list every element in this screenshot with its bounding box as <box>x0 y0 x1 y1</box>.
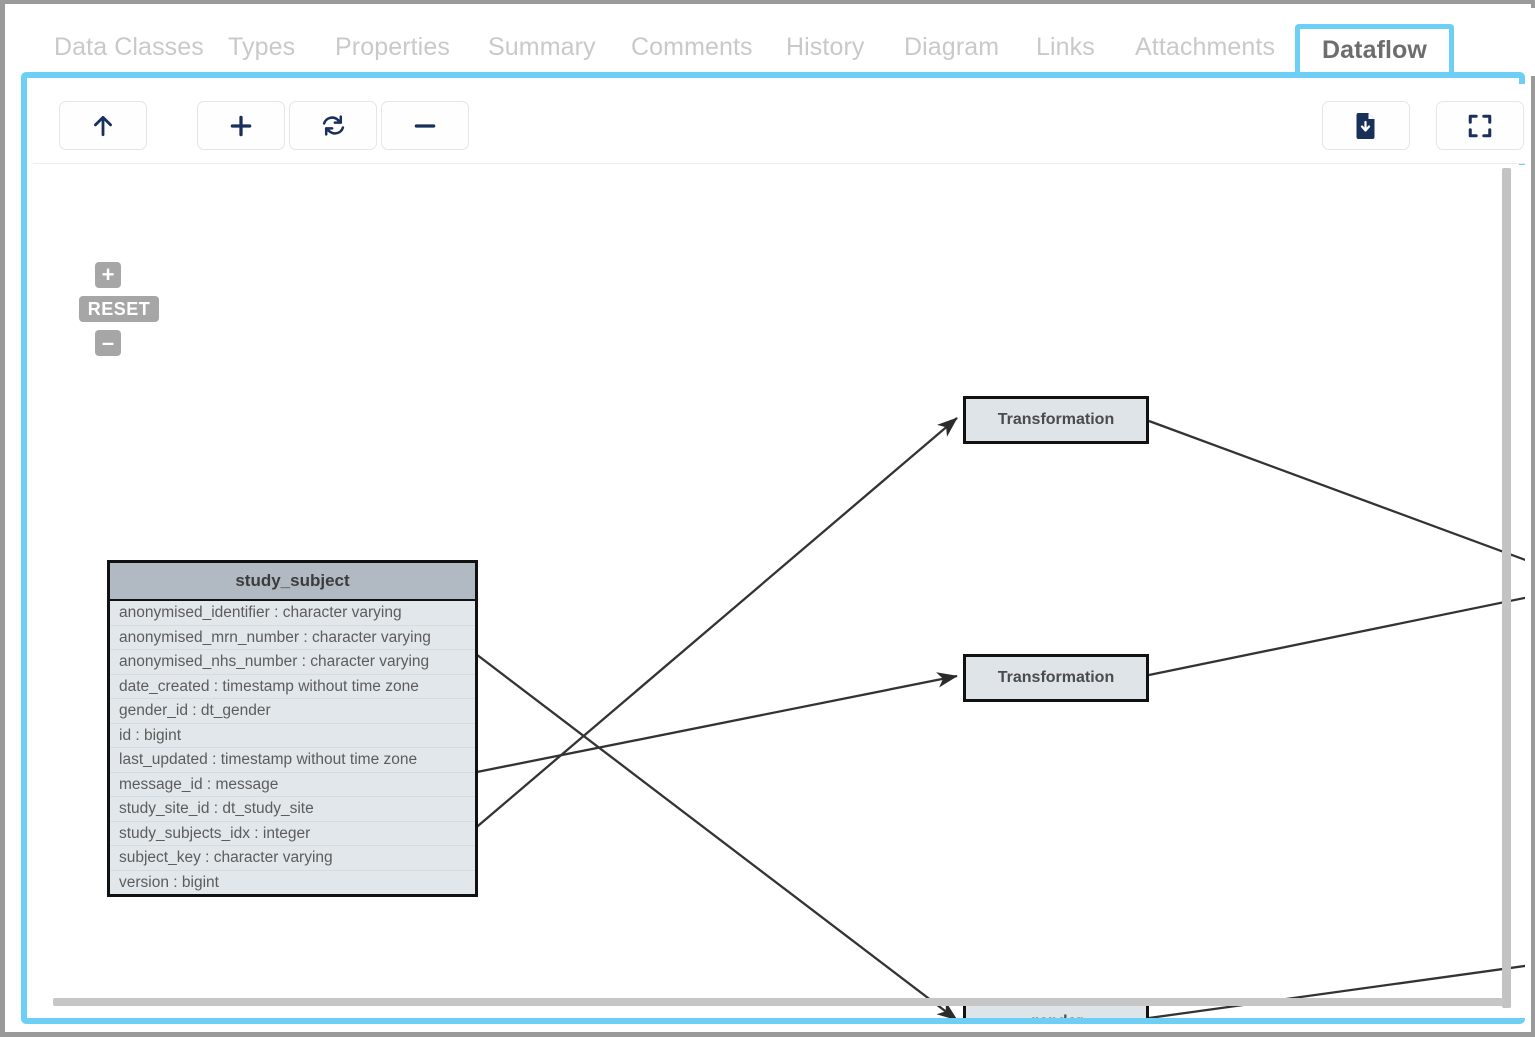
export-file-button[interactable] <box>1322 101 1410 150</box>
table-field-row: id : bigint <box>110 724 475 748</box>
dataflow-toolbar <box>33 84 1525 170</box>
dataflow-edge <box>471 417 958 832</box>
tab-dataflow[interactable]: Dataflow <box>1295 24 1454 76</box>
remove-button[interactable] <box>381 101 469 150</box>
tab-bar: Data Classes Types Properties Summary Commen… <box>10 8 1535 76</box>
table-node-title: study_subject <box>110 563 475 601</box>
tab-properties[interactable]: Properties <box>335 22 450 74</box>
fullscreen-icon <box>1467 113 1493 139</box>
table-field-row: version : bigint <box>119 873 219 891</box>
tab-history[interactable]: History <box>786 22 864 74</box>
transformation-node-2[interactable]: Transformation <box>963 654 1149 702</box>
zoom-controls: + RESET – <box>79 262 169 356</box>
dataflow-edge <box>1148 419 1525 562</box>
tab-links[interactable]: Links <box>1036 22 1095 74</box>
tab-diagram[interactable]: Diagram <box>904 22 999 74</box>
table-field-row: study_subjects_idx : integer <box>110 822 475 846</box>
upload-button[interactable] <box>59 101 147 150</box>
refresh-button[interactable] <box>289 101 377 150</box>
table-field-row: gender_id : dt_gender <box>110 699 475 724</box>
table-field-row: anonymised_identifier : character varyin… <box>110 601 475 626</box>
zoom-reset-button[interactable]: RESET <box>79 296 159 322</box>
minus-icon <box>412 113 438 139</box>
dataflow-edge <box>471 650 958 1018</box>
tab-comments[interactable]: Comments <box>631 22 753 74</box>
zoom-out-button[interactable]: – <box>95 330 121 356</box>
dataflow-edge <box>1148 596 1525 677</box>
tab-data-classes[interactable]: Data Classes <box>54 22 204 74</box>
horizontal-scrollbar[interactable] <box>53 998 1503 1006</box>
dataflow-edge <box>1148 964 1525 1018</box>
transformation-node-1[interactable]: Transformation <box>963 396 1149 444</box>
refresh-icon <box>321 113 346 138</box>
table-field-row: last_updated : timestamp without time zo… <box>110 748 475 773</box>
table-field-row: anonymised_mrn_number : character varyin… <box>110 626 475 650</box>
dataflow-canvas[interactable]: + RESET – study_subject anonymised_ident… <box>33 165 1525 1018</box>
table-field-row: subject_key : character varying <box>110 846 475 871</box>
table-field-row: date_created : timestamp without time zo… <box>110 675 475 699</box>
plus-icon <box>228 113 254 139</box>
zoom-in-button[interactable]: + <box>95 262 121 288</box>
table-field-row: study_site_id : dt_study_site <box>110 797 475 822</box>
table-field-row: anonymised_nhs_number : character varyin… <box>110 650 475 675</box>
tab-types[interactable]: Types <box>228 22 295 74</box>
add-button[interactable] <box>197 101 285 150</box>
table-field-row: message_id : message <box>110 773 475 797</box>
application-window: Data Classes Types Properties Summary Commen… <box>0 0 1535 1037</box>
table-node-fields: anonymised_identifier : character varyin… <box>110 601 475 894</box>
fullscreen-button[interactable] <box>1436 101 1524 150</box>
study-subject-table-node[interactable]: study_subject anonymised_identifier : ch… <box>107 560 478 897</box>
dataflow-panel: + RESET – study_subject anonymised_ident… <box>21 72 1525 1024</box>
arrow-up-icon <box>90 113 116 139</box>
file-download-icon <box>1354 112 1379 139</box>
vertical-scrollbar[interactable] <box>1502 168 1511 1008</box>
dataflow-edge <box>471 672 958 775</box>
tab-summary[interactable]: Summary <box>488 22 596 74</box>
tab-attachments[interactable]: Attachments <box>1135 22 1275 74</box>
